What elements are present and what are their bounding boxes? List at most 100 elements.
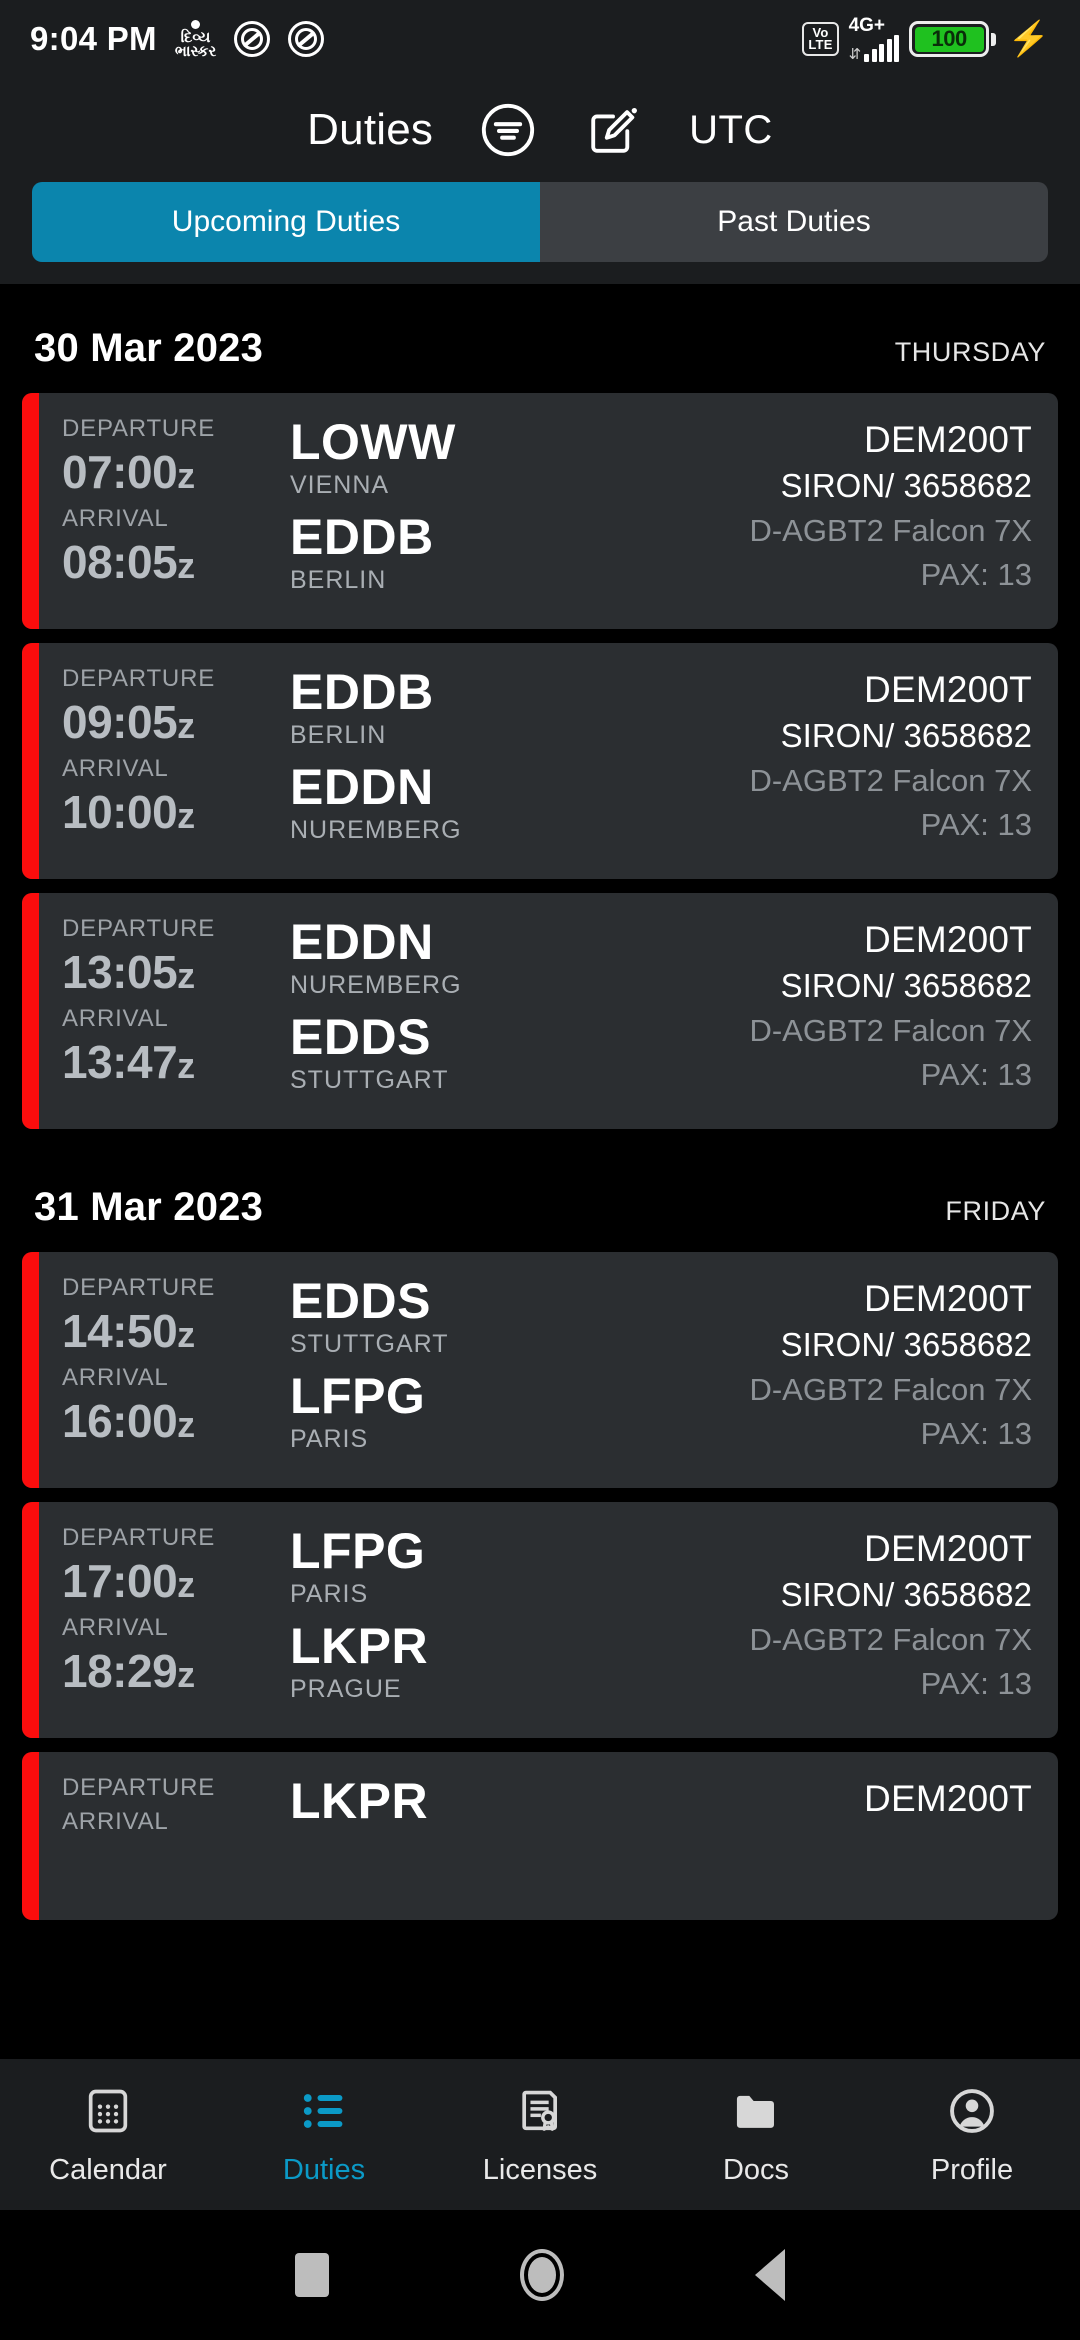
phone-screen: 9:04 PM દિવ્ય ભાસ્કર Vo LTE 4G+ ⇵ 100 ⚡ … (0, 0, 1080, 2340)
departure-time: 09:05z (62, 696, 195, 748)
status-bar-right: Vo LTE 4G+ ⇵ 100 ⚡ (802, 16, 1050, 62)
group-weekday: THURSDAY (894, 337, 1046, 367)
recents-square-icon[interactable] (295, 2253, 330, 2297)
nav-item-docs[interactable]: Docs (648, 2082, 864, 2187)
home-circle-icon[interactable] (519, 2249, 564, 2301)
bottom-navigation: Calendar Duties Licenses Docs Profile (0, 2058, 1080, 2210)
duty-meta: DEM200T SIRON/ 3658682 D-AGBT2 Falcon 7X PA… (749, 665, 1032, 855)
duty-meta: DEM200T SIRON/ 3658682 D-AGBT2 Falcon 7X PA… (749, 1524, 1032, 1714)
flight-number: DEM200T (864, 1778, 1032, 1819)
battery-icon: 100 (909, 21, 996, 57)
app-badge-icon: દિવ્ય ભાસ્કર (175, 19, 216, 59)
destination-city: STUTTGART (290, 1066, 449, 1094)
departure-time: 17:00z (62, 1555, 195, 1607)
duty-airports: EDDS STUTTGART LFPG PARIS (268, 1274, 749, 1464)
duty-airports: EDDN NUREMBERG EDDS STUTTGART (268, 915, 749, 1105)
flight-number: DEM200T (864, 1278, 1032, 1319)
origin-code: LOWW (290, 414, 456, 470)
departure-label: DEPARTURE (62, 915, 216, 942)
destination-city: PARIS (290, 1425, 369, 1453)
aircraft-type: D-AGBT2 Falcon 7X (749, 1013, 1032, 1048)
edit-compose-icon[interactable] (583, 99, 645, 161)
duty-card[interactable]: DEPARTURE 09:05z ARRIVAL 10:00z EDDB BERLIN ED… (22, 643, 1058, 879)
destination-city: BERLIN (290, 566, 387, 594)
arrival-time: 08:05z (62, 536, 195, 588)
volte-icon: Vo LTE (802, 22, 839, 56)
destination-city: NUREMBERG (290, 816, 462, 844)
duty-card[interactable]: DEPARTURE 14:50z ARRIVAL 16:00z EDDS STUTTGAR… (22, 1252, 1058, 1488)
pax-count: PAX: 13 (920, 1057, 1032, 1092)
duty-meta: DEM200T SIRON/ 3658682 D-AGBT2 Falcon 7X PA… (749, 1274, 1032, 1464)
nav-item-profile[interactable]: Profile (864, 2082, 1080, 2187)
departure-time: 07:00z (62, 446, 195, 498)
nav-label-calendar: Calendar (49, 2154, 167, 2186)
flight-number: DEM200T (864, 669, 1032, 710)
duty-times: DEPARTURE 13:05z ARRIVAL 13:47z (62, 915, 268, 1105)
operator-reference: SIRON/ 3658682 (780, 717, 1032, 754)
arrival-time: 13:47z (62, 1036, 195, 1088)
nav-item-licenses[interactable]: Licenses (432, 2082, 648, 2187)
duty-airports: EDDB BERLIN EDDN NUREMBERG (268, 665, 749, 855)
arrival-label: ARRIVAL (62, 1614, 169, 1641)
arrival-time: 16:00z (62, 1395, 195, 1447)
page-title: Duties (307, 105, 434, 154)
duty-card[interactable]: DEPARTURE 07:00z ARRIVAL 08:05z LOWW VIENNA ED… (22, 393, 1058, 629)
duties-list[interactable]: 30 Mar 2023 THURSDAY DEPARTURE 07:00z ARRIVA… (0, 284, 1080, 2058)
duty-times: DEPARTURE 17:00z ARRIVAL 18:29z (62, 1524, 268, 1714)
arrival-time: 10:00z (62, 786, 195, 838)
pax-count: PAX: 13 (920, 1666, 1032, 1701)
aircraft-type: D-AGBT2 Falcon 7X (749, 763, 1032, 798)
duty-meta: DEM200T (864, 1774, 1032, 1896)
duty-card[interactable]: DEPARTURE 17:00z ARRIVAL 18:29z LFPG PARIS LKP… (22, 1502, 1058, 1738)
app-header: Duties UTC (0, 78, 1080, 182)
calendar-icon (82, 2082, 134, 2140)
timezone-label[interactable]: UTC (689, 108, 773, 153)
filter-circle-icon[interactable] (477, 99, 539, 161)
duty-card[interactable]: DEPARTURE 13:05z ARRIVAL 13:47z EDDN NUREMBER… (22, 893, 1058, 1129)
person-circle-icon (946, 2082, 998, 2140)
duty-times: DEPARTURE ARRIVAL (62, 1774, 268, 1896)
duty-card[interactable]: DEPARTURE ARRIVAL LKPR DEM200T (22, 1752, 1058, 1920)
back-triangle-icon[interactable] (754, 2249, 785, 2301)
nav-label-duties: Duties (282, 2154, 366, 2186)
status-bar-left: 9:04 PM દિવ્ય ભાસ્કર (30, 19, 325, 59)
certificate-icon (514, 2082, 566, 2140)
operator-reference: SIRON/ 3658682 (780, 1576, 1032, 1613)
nav-item-calendar[interactable]: Calendar (0, 2082, 216, 2187)
duty-times: DEPARTURE 09:05z ARRIVAL 10:00z (62, 665, 268, 855)
origin-code: LKPR (290, 1773, 429, 1829)
date-group-header: 31 Mar 2023 FRIDAY (0, 1143, 1080, 1252)
tab-band: Upcoming Duties Past Duties (0, 182, 1080, 284)
nav-label-licenses: Licenses (482, 2154, 598, 2186)
destination-city: PRAGUE (290, 1675, 402, 1703)
duty-airports: LOWW VIENNA EDDB BERLIN (268, 415, 749, 605)
destination-code: EDDB (290, 509, 434, 565)
no-sound-icon (234, 21, 271, 57)
charging-bolt-icon: ⚡ (1007, 20, 1050, 58)
group-weekday: FRIDAY (945, 1196, 1046, 1226)
operator-reference: SIRON/ 3658682 (780, 967, 1032, 1004)
pax-count: PAX: 13 (920, 557, 1032, 592)
nav-label-profile: Profile (930, 2154, 1014, 2186)
destination-code: EDDN (290, 759, 434, 815)
tab-upcoming-duties[interactable]: Upcoming Duties (32, 182, 540, 262)
origin-city: NUREMBERG (290, 971, 462, 999)
arrival-label: ARRIVAL (62, 1808, 169, 1835)
nav-item-duties[interactable]: Duties (216, 2082, 432, 2187)
departure-time: 13:05z (62, 946, 195, 998)
list-bullet-icon (298, 2082, 350, 2140)
nav-label-docs: Docs (722, 2154, 790, 2186)
destination-code: LFPG (290, 1368, 426, 1424)
duty-times: DEPARTURE 14:50z ARRIVAL 16:00z (62, 1274, 268, 1464)
tab-bar: Upcoming Duties Past Duties (32, 182, 1048, 262)
origin-code: EDDB (290, 664, 434, 720)
aircraft-type: D-AGBT2 Falcon 7X (749, 513, 1032, 548)
system-navigation-bar (0, 2210, 1080, 2340)
departure-time: 14:50z (62, 1305, 195, 1357)
duty-airports: LKPR (268, 1774, 864, 1896)
origin-city: PARIS (290, 1580, 369, 1608)
tab-past-duties[interactable]: Past Duties (540, 182, 1048, 262)
flight-number: DEM200T (864, 1528, 1032, 1569)
folder-icon (730, 2082, 782, 2140)
arrival-label: ARRIVAL (62, 505, 169, 532)
